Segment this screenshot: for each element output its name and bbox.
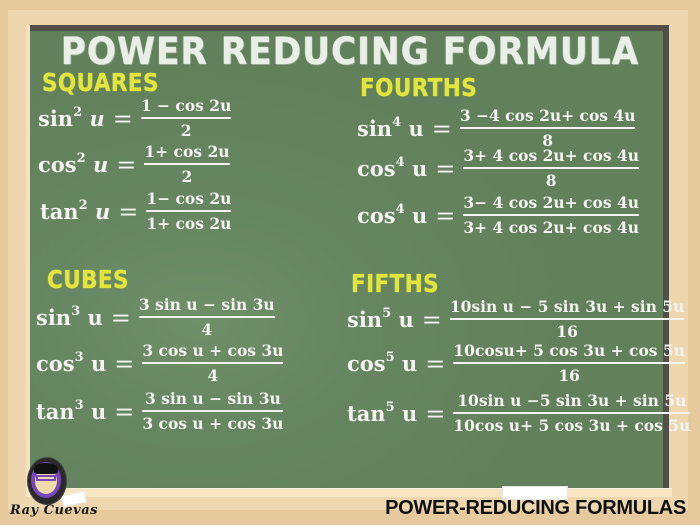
denominator: 3+ 4 cos 2u+ cos 4u [463,218,640,237]
formula-lhs: tan2 u [40,198,111,224]
numerator: 3 sin u − sin 3u [138,295,275,314]
fraction: 3 cos u + cos 3u 4 [142,341,284,385]
fraction-bar [459,127,636,129]
fraction-bar [453,412,691,414]
section-title-cubes: CUBES [47,265,129,294]
formula-lhs: sin3 u [36,304,103,330]
formula-sin3: sin3 u = 3 sin u − sin 3u 4 [36,296,275,339]
fraction: 1+ cos 2u 2 [144,142,230,186]
formula-lhs: sin2 u [38,105,105,131]
formula-cos4-ratio: cos4 u = 3− 4 cos 2u+ cos 4u 3+ 4 cos 2u… [357,193,640,237]
denominator: 16 [558,366,580,385]
chalkboard-left-edge [26,25,30,492]
fraction: 1 − cos 2u 2 [140,96,232,140]
equals-sign: = [114,397,135,426]
equals-sign: = [435,201,456,230]
numerator: 1 − cos 2u [140,96,232,115]
denominator: 4 [207,366,219,385]
fraction-bar [146,210,232,212]
formula-lhs: tan5 u [347,400,418,426]
formula-lhs: cos4 u [357,155,428,181]
fraction: 3+ 4 cos 2u+ cos 4u 8 [463,146,640,190]
fraction-bar [138,316,275,318]
author-avatar [27,457,67,505]
formula-sin2: sin2 u = 1 − cos 2u 2 [38,96,232,140]
formula-tan3: tan3 u = 3 sin u − sin 3u 3 cos u + cos … [36,389,284,433]
fraction: 3− 4 cos 2u+ cos 4u 3+ 4 cos 2u+ cos 4u [463,193,640,237]
fraction: 3 −4 cos 2u+ cos 4u 8 [459,106,636,150]
formula-lhs: tan3 u [36,398,107,424]
numerator: 3 sin u − sin 3u [144,389,281,408]
equals-sign: = [435,154,456,183]
formula-lhs: sin4 u [357,115,424,141]
denominator: 4 [201,320,213,339]
fraction: 10cosu+ 5 cos 3u + cos 5u 16 [453,342,685,385]
formula-cos5: cos5 u = 10cosu+ 5 cos 3u + cos 5u 16 [347,342,685,385]
formula-sin4: sin4 u = 3 −4 cos 2u+ cos 4u 8 [357,106,636,150]
equals-sign: = [112,104,133,133]
chalk-ledge [26,488,672,497]
numerator: 1− cos 2u [146,189,232,208]
fraction-bar [142,410,284,412]
formula-lhs: cos2 u [38,151,109,177]
denominator: 2 [180,121,192,140]
equals-sign: = [118,197,139,226]
avatar-hair [34,463,58,474]
formula-cos3: cos3 u = 3 cos u + cos 3u 4 [36,341,284,385]
section-title-fourths: FOURTHS [360,73,478,102]
numerator: 3+ 4 cos 2u+ cos 4u [463,146,640,165]
section-title-fifths: FIFTHS [351,269,440,298]
numerator: 3 cos u + cos 3u [142,341,284,360]
page-title: POWER REDUCING FORMULA [60,30,640,73]
formula-lhs: cos4 u [357,202,428,228]
formula-cos2: cos2 u = 1+ cos 2u 2 [38,143,230,186]
fraction-bar [453,362,685,364]
denominator: 8 [545,171,557,190]
formula-lhs: sin5 u [347,306,414,332]
footer-caption: POWER-REDUCING FORMULAS [385,497,686,519]
equals-sign: = [431,114,452,143]
fraction-bar [140,117,232,119]
formula-tan2: tan2 u = 1− cos 2u 1+ cos 2u [40,189,232,233]
numerator: 1+ cos 2u [144,142,230,161]
formula-lhs: cos3 u [36,350,107,376]
fraction: 10sin u −5 sin 3u + sin 5u 10cos u+ 5 co… [453,391,691,435]
equals-sign: = [116,150,137,179]
equals-sign: = [421,305,442,334]
equals-sign: = [114,349,135,378]
numerator: 3− 4 cos 2u+ cos 4u [463,193,640,212]
fraction-bar [449,318,685,320]
fraction-bar [463,167,640,169]
fraction: 3 sin u − sin 3u 4 [138,295,275,339]
formula-lhs: cos5 u [347,350,418,376]
numerator: 10sin u −5 sin 3u + sin 5u [457,391,687,410]
fraction: 1− cos 2u 1+ cos 2u [146,189,232,233]
denominator: 1+ cos 2u [146,214,232,233]
equals-sign: = [425,349,446,378]
formula-tan5: tan5 u = 10sin u −5 sin 3u + sin 5u 10co… [347,391,691,435]
fraction: 3 sin u − sin 3u 3 cos u + cos 3u [142,389,284,433]
author-signature: Ray Cuevas [10,503,98,518]
fraction-bar [463,214,640,216]
numerator: 3 −4 cos 2u+ cos 4u [459,106,636,125]
fraction-bar [142,362,284,364]
equals-sign: = [110,303,131,332]
denominator: 2 [181,167,193,186]
equals-sign: = [425,399,446,428]
denominator: 16 [556,322,578,341]
formula-cos4: cos4 u = 3+ 4 cos 2u+ cos 4u 8 [357,146,640,190]
formula-sin5: sin5 u = 10sin u − 5 sin 3u + sin 5u 16 [347,297,685,341]
numerator: 10cosu+ 5 cos 3u + cos 5u [453,341,685,360]
glasses-icon [36,475,56,481]
denominator: 10cos u+ 5 cos 3u + cos 5u [453,416,691,435]
numerator: 10sin u − 5 sin 3u + sin 5u [449,297,685,316]
fraction-bar [144,163,230,165]
denominator: 3 cos u + cos 3u [142,414,284,433]
section-title-squares: SQUARES [42,68,159,97]
fraction: 10sin u − 5 sin 3u + sin 5u 16 [449,297,685,341]
